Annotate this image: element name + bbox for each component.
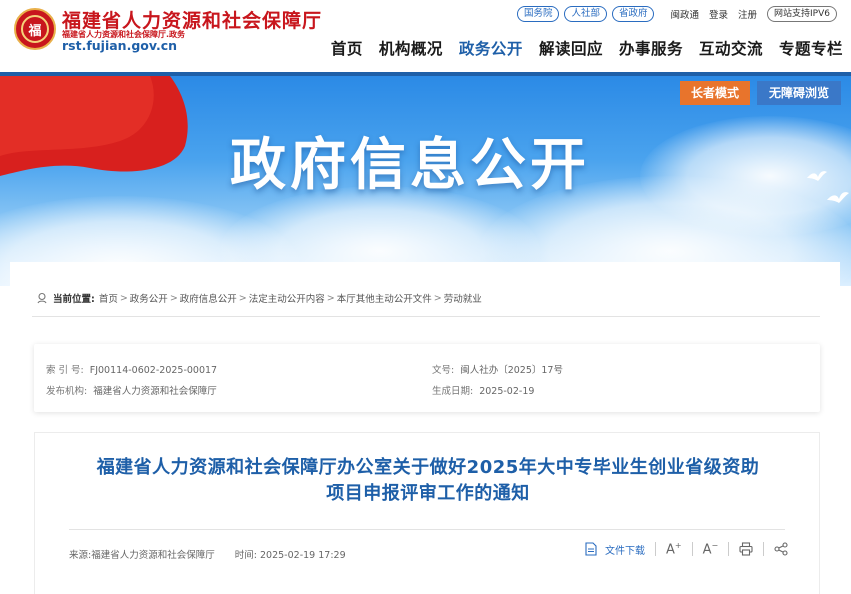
site-domain: rst.fujian.gov.cn [62, 38, 178, 53]
article-tools: 文件下载 A+ A− [585, 541, 788, 557]
bird-icon [807, 171, 827, 181]
meta-org-label: 发布机构: [46, 386, 88, 397]
article-source: 来源:福建省人力资源和社会保障厅 [69, 550, 215, 561]
article-meta: 来源:福建省人力资源和社会保障厅 时间: 2025-02-19 17:29 [69, 547, 346, 561]
nav-services[interactable]: 办事服务 [619, 37, 683, 59]
document-icon [585, 542, 597, 556]
ipv6-badge: 网站支持IPV6 [767, 6, 837, 22]
nav-topics[interactable]: 专题专栏 [779, 37, 843, 59]
breadcrumb-divider [32, 316, 820, 317]
article-title-line-2: 项目申报评审工作的通知 [326, 483, 530, 504]
breadcrumb-item-employment[interactable]: 劳动就业 [444, 291, 482, 305]
link-state-council[interactable]: 国务院 [516, 6, 560, 22]
meta-index-label: 索 引 号: [46, 365, 84, 376]
meta-index-value: FJ00114-0602-2025-00017 [89, 365, 218, 376]
location-icon [37, 292, 47, 304]
article-title: 福建省人力资源和社会保障厅办公室关于做好2025年大中专毕业生创业省级资助 项目… [35, 455, 821, 507]
meta-doc-label: 文号: [432, 365, 455, 376]
meta-index: 索 引 号: FJ00114-0602-2025-00017 [46, 362, 217, 376]
elder-mode-button[interactable]: 长者模式 [680, 81, 750, 105]
nav-interpretation[interactable]: 解读回应 [539, 37, 603, 59]
nav-government-affairs[interactable]: 政务公开 [459, 37, 523, 59]
meta-doc-value: 闽人社办〔2025〕17号 [460, 365, 563, 376]
breadcrumb-separator: > [433, 292, 442, 304]
register-link[interactable]: 注册 [738, 7, 757, 21]
meta-org-value: 福建省人力资源和社会保障厅 [93, 386, 217, 397]
font-increase-button[interactable]: A+ [666, 541, 682, 557]
breadcrumb-item-other-files[interactable]: 本厅其他主动公开文件 [337, 291, 432, 305]
breadcrumb-label: 当前位置: [53, 294, 95, 305]
breadcrumb-item-statutory[interactable]: 法定主动公开内容 [249, 291, 325, 305]
nav-organization[interactable]: 机构概况 [379, 37, 443, 59]
breadcrumb-item-home[interactable]: 首页 [99, 291, 118, 305]
share-icon[interactable] [774, 542, 788, 556]
site-emblem-icon[interactable]: 福 [14, 8, 56, 50]
article-time-label: 时间: [234, 550, 257, 561]
breadcrumb-item-affairs[interactable]: 政务公开 [130, 291, 168, 305]
breadcrumb-item-info-disclosure[interactable]: 政府信息公开 [180, 291, 237, 305]
banner: 政府信息公开 长者模式 无障碍浏览 [0, 76, 851, 286]
bird-icon [827, 192, 849, 203]
font-increase-sign: + [674, 541, 682, 550]
accessibility-button[interactable]: 无障碍浏览 [757, 81, 841, 105]
link-mohrss[interactable]: 人社部 [564, 6, 607, 22]
emblem-inner: 福 [21, 15, 49, 43]
login-link[interactable]: 登录 [709, 7, 728, 21]
tool-separator [728, 542, 730, 557]
top-links: 国务院 人社部 省政府 闽政通 登录 注册 网站支持IPV6 [512, 6, 837, 22]
banner-title: 政府信息公开 [230, 133, 590, 198]
meta-date: 生成日期: 2025-02-19 [432, 383, 534, 397]
meta-doc-number: 文号: 闽人社办〔2025〕17号 [432, 362, 563, 376]
breadcrumb: 当前位置: 首页 > 政务公开 > 政府信息公开 > 法定主动公开内容 > 本厅… [36, 291, 482, 305]
article-time-value: 2025-02-19 17:29 [260, 550, 346, 561]
tool-separator [763, 542, 765, 557]
red-flag-icon [0, 76, 188, 176]
content-card: 当前位置: 首页 > 政务公开 > 政府信息公开 > 法定主动公开内容 > 本厅… [10, 262, 840, 594]
article-title-line-1: 福建省人力资源和社会保障厅办公室关于做好2025年大中专毕业生创业省级资助 [96, 457, 760, 478]
print-icon[interactable] [739, 542, 753, 556]
breadcrumb-separator: > [326, 292, 335, 304]
font-decrease-button[interactable]: A− [703, 541, 719, 557]
main-nav: 首页 机构概况 政务公开 解读回应 办事服务 互动交流 专题专栏 [315, 37, 843, 59]
breadcrumb-separator: > [119, 292, 128, 304]
link-province-gov[interactable]: 省政府 [611, 6, 655, 22]
meta-org: 发布机构: 福建省人力资源和社会保障厅 [46, 383, 217, 397]
tool-separator [655, 542, 656, 557]
article: 福建省人力资源和社会保障厅办公室关于做好2025年大中专毕业生创业省级资助 项目… [34, 432, 820, 594]
page: 福 福建省人力资源和社会保障厅 福建省人力资源和社会保障厅.政务 rst.fuj… [0, 0, 851, 594]
file-download-label: 文件下载 [605, 545, 645, 557]
file-download-button[interactable]: 文件下载 [585, 542, 645, 557]
document-meta-box: 索 引 号: FJ00114-0602-2025-00017 文号: 闽人社办〔20… [34, 344, 820, 412]
meta-date-label: 生成日期: [432, 386, 474, 397]
nav-interaction[interactable]: 互动交流 [699, 37, 763, 59]
meta-date-value: 2025-02-19 [479, 386, 535, 397]
font-increase-letter: A [666, 542, 675, 558]
font-decrease-letter: A [702, 542, 712, 558]
breadcrumb-separator: > [169, 292, 178, 304]
tool-separator [691, 542, 693, 557]
nav-home[interactable]: 首页 [331, 37, 363, 59]
breadcrumb-separator: > [238, 292, 247, 304]
font-decrease-sign: − [711, 541, 719, 550]
link-minzhengtong[interactable]: 闽政通 [670, 7, 699, 21]
site-header: 福 福建省人力资源和社会保障厅 福建省人力资源和社会保障厅.政务 rst.fuj… [0, 0, 851, 72]
article-divider [69, 529, 785, 530]
